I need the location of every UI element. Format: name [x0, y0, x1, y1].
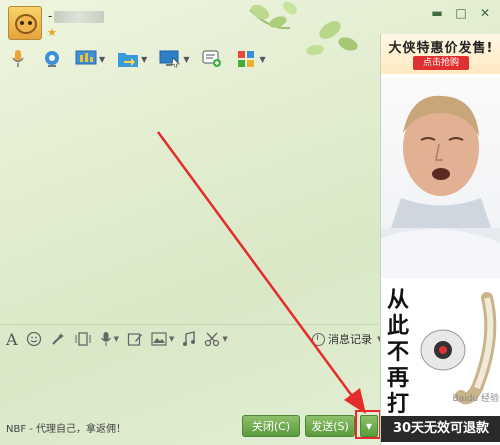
send-button[interactable]: 发送(S)	[305, 415, 355, 437]
avatar-face	[15, 14, 37, 34]
contact-name-text: -	[48, 9, 53, 23]
contact-name-blurred	[54, 10, 105, 23]
file-transfer-icon	[117, 49, 139, 69]
image-icon	[151, 332, 167, 346]
apps-button[interactable]: ▼	[232, 46, 268, 72]
edit-button[interactable]	[127, 329, 143, 349]
maximize-icon[interactable]: □	[454, 6, 468, 20]
voice-message-button[interactable]: ▼	[100, 329, 119, 349]
ad-watermark: Baidu 经验	[452, 394, 499, 404]
avatar[interactable]	[8, 6, 42, 40]
star-icon[interactable]: ★	[47, 27, 57, 39]
scissors-icon	[205, 332, 220, 347]
edit-icon	[127, 333, 142, 346]
emoji-button[interactable]	[26, 329, 42, 349]
image-button[interactable]: ▼	[151, 329, 174, 349]
ad-panel[interactable]: 大侠特惠价发售! 点击抢购 从 此 不 再 打 Baidu 经验 30天无效可退…	[380, 34, 500, 445]
avatar-eye	[28, 21, 32, 25]
microphone-icon	[100, 332, 111, 346]
status-text: NBF - 代理自己，拿返佣！	[6, 424, 127, 435]
message-display-area[interactable]	[0, 76, 378, 324]
screen-share-icon	[75, 49, 97, 69]
chevron-down-icon[interactable]: ▼	[169, 335, 174, 343]
music-button[interactable]	[182, 329, 196, 349]
annotation-highlight-box	[355, 410, 381, 439]
file-transfer-button[interactable]: ▼	[114, 46, 150, 72]
ad-char: 不	[387, 340, 410, 365]
magic-wand-icon	[51, 333, 64, 345]
chevron-down-icon[interactable]: ▼	[222, 335, 227, 343]
clock-icon	[312, 332, 325, 346]
smiley-icon	[26, 331, 41, 347]
earpiece-product-icon	[420, 292, 497, 405]
window-shake-icon	[75, 332, 91, 346]
magic-button[interactable]	[50, 329, 66, 349]
ad-refund-banner[interactable]: 30天无效可退款	[381, 416, 500, 442]
new-message-icon	[201, 49, 223, 69]
ad-photo-sleeping-man[interactable]	[381, 78, 500, 278]
microphone-icon	[7, 49, 29, 69]
sleeping-man-image	[381, 95, 500, 278]
screenshot-button[interactable]: ▼	[204, 329, 228, 349]
chat-toolbar: ▼ ▼ ▼ ▼	[4, 44, 269, 74]
contact-name[interactable]: -	[48, 8, 106, 24]
ad-char: 再	[387, 366, 410, 391]
new-message-button[interactable]	[198, 46, 226, 72]
music-note-icon	[183, 331, 196, 346]
ad-char: 此	[387, 314, 410, 339]
chevron-down-icon[interactable]: ▼	[141, 55, 147, 64]
ad-char: 打	[387, 392, 410, 417]
close-icon[interactable]: ✕	[478, 6, 492, 20]
video-button[interactable]	[38, 46, 66, 72]
chat-window: - ★ ▬ □ ✕ ▼ ▼ ▼ ▼ A ▼ ▼ ▼ 消息记录 NBF - 代理自…	[0, 0, 500, 445]
ad-char: 从	[387, 288, 410, 313]
history-label: 消息记录	[328, 333, 372, 346]
video-icon	[41, 49, 63, 69]
divider	[0, 324, 378, 325]
ad-buy-button[interactable]: 点击抢购	[413, 56, 469, 70]
shake-button[interactable]	[74, 329, 92, 349]
remote-desktop-icon	[159, 49, 181, 69]
chevron-down-icon[interactable]: ▼	[99, 55, 105, 64]
ad-banner-top[interactable]: 大侠特惠价发售! 点击抢购	[381, 34, 500, 74]
ad-title: 大侠特惠价发售!	[388, 41, 494, 56]
format-toolbar: A ▼ ▼ ▼	[6, 328, 228, 350]
window-controls: ▬ □ ✕	[430, 6, 492, 20]
apps-icon	[235, 49, 257, 69]
microphone-button[interactable]	[4, 46, 32, 72]
minimize-icon[interactable]: ▬	[430, 6, 444, 20]
screen-share-button[interactable]: ▼	[72, 46, 108, 72]
message-history-button[interactable]: 消息记录 ▼	[312, 330, 382, 348]
chevron-down-icon[interactable]: ▼	[114, 335, 119, 343]
ad-lower-section[interactable]: 从 此 不 再 打 呼 Baidu 经验	[381, 278, 500, 443]
message-input[interactable]	[0, 352, 378, 410]
close-button[interactable]: 关闭(C)	[242, 415, 300, 437]
chevron-down-icon[interactable]: ▼	[259, 55, 265, 64]
chevron-down-icon[interactable]: ▼	[183, 55, 189, 64]
font-button[interactable]: A	[6, 329, 18, 349]
avatar-eye	[20, 21, 24, 25]
remote-desktop-button[interactable]: ▼	[156, 46, 192, 72]
font-icon: A	[6, 329, 18, 349]
